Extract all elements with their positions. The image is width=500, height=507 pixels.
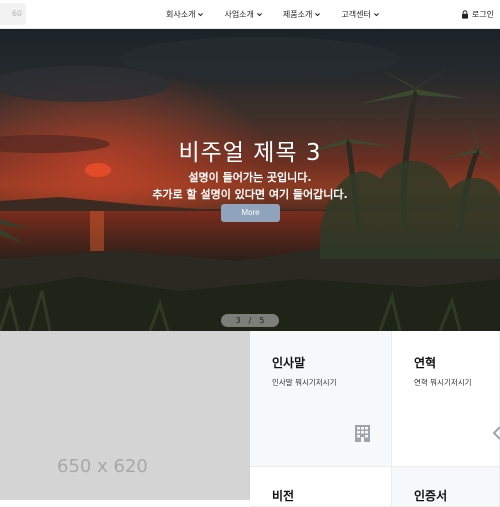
slide-pager: 3 / 5 bbox=[221, 314, 279, 327]
more-button[interactable]: More bbox=[221, 204, 280, 222]
hero-title: 비주얼 제목 3 bbox=[178, 140, 322, 166]
nav-item-support[interactable]: 고객센터 bbox=[341, 9, 379, 20]
hero-description: 설명이 들어가는 곳입니다. 추가로 할 설명이 있다면 여기 들어갑니다. bbox=[0, 169, 500, 203]
placeholder-image: 650 x 620 bbox=[0, 331, 250, 500]
card-title: 연혁 bbox=[414, 356, 437, 370]
main-nav: 회사소개 사업소개 제품소개 고객센터 bbox=[166, 0, 400, 29]
nav-label: 제품소개 bbox=[282, 10, 313, 19]
card-title: 인증서 bbox=[414, 489, 448, 503]
logo-text: 60 bbox=[11, 9, 22, 18]
nav-item-company[interactable]: 회사소개 bbox=[166, 9, 204, 20]
pager-total: 5 bbox=[259, 316, 265, 325]
card-greeting[interactable]: 인사말 인사말 뭐시기저시기 bbox=[250, 331, 392, 467]
pager-separator: / bbox=[248, 316, 252, 325]
nav-label: 고객센터 bbox=[341, 10, 371, 19]
nav-item-business[interactable]: 사업소개 bbox=[224, 9, 262, 20]
login-label: 로그인 bbox=[471, 10, 494, 19]
chevron-down-icon bbox=[198, 13, 204, 17]
card-history[interactable]: 연혁 연혁 뭐시기저시기 bbox=[392, 331, 500, 467]
hero-description-line: 설명이 들어가는 곳입니다. bbox=[188, 171, 312, 184]
chevron-down-icon bbox=[373, 13, 379, 17]
card-certificate[interactable]: 인증서 bbox=[392, 467, 500, 507]
card-vision[interactable]: 비전 bbox=[250, 467, 392, 507]
chevron-down-icon bbox=[256, 13, 262, 17]
login-link[interactable]: 로그인 bbox=[461, 0, 494, 29]
chevron-down-icon bbox=[315, 13, 321, 17]
building-icon bbox=[355, 425, 370, 442]
logo[interactable]: 60 bbox=[0, 3, 26, 25]
hero-description-line: 추가로 할 설명이 있다면 여기 들어갑니다. bbox=[152, 188, 348, 201]
site-header: 60 회사소개 사업소개 제품소개 고객센터 로그인 bbox=[0, 0, 500, 29]
placeholder-dimensions: 650 x 620 bbox=[57, 456, 148, 477]
nav-label: 회사소개 bbox=[166, 10, 196, 19]
hero-slider: 비주얼 제목 3 설명이 들어가는 곳입니다. 추가로 할 설명이 있다면 여기… bbox=[0, 29, 500, 331]
card-text: 연혁 뭐시기저시기 bbox=[414, 378, 472, 387]
nav-item-products[interactable]: 제품소개 bbox=[283, 9, 321, 20]
card-title: 비전 bbox=[272, 489, 295, 503]
card-text: 인사말 뭐시기저시기 bbox=[272, 378, 337, 387]
pager-current: 3 bbox=[235, 316, 241, 325]
lock-icon bbox=[461, 10, 468, 19]
card-title: 인사말 bbox=[272, 356, 306, 370]
nav-label: 사업소개 bbox=[224, 10, 254, 19]
arrow-icon bbox=[492, 426, 500, 440]
